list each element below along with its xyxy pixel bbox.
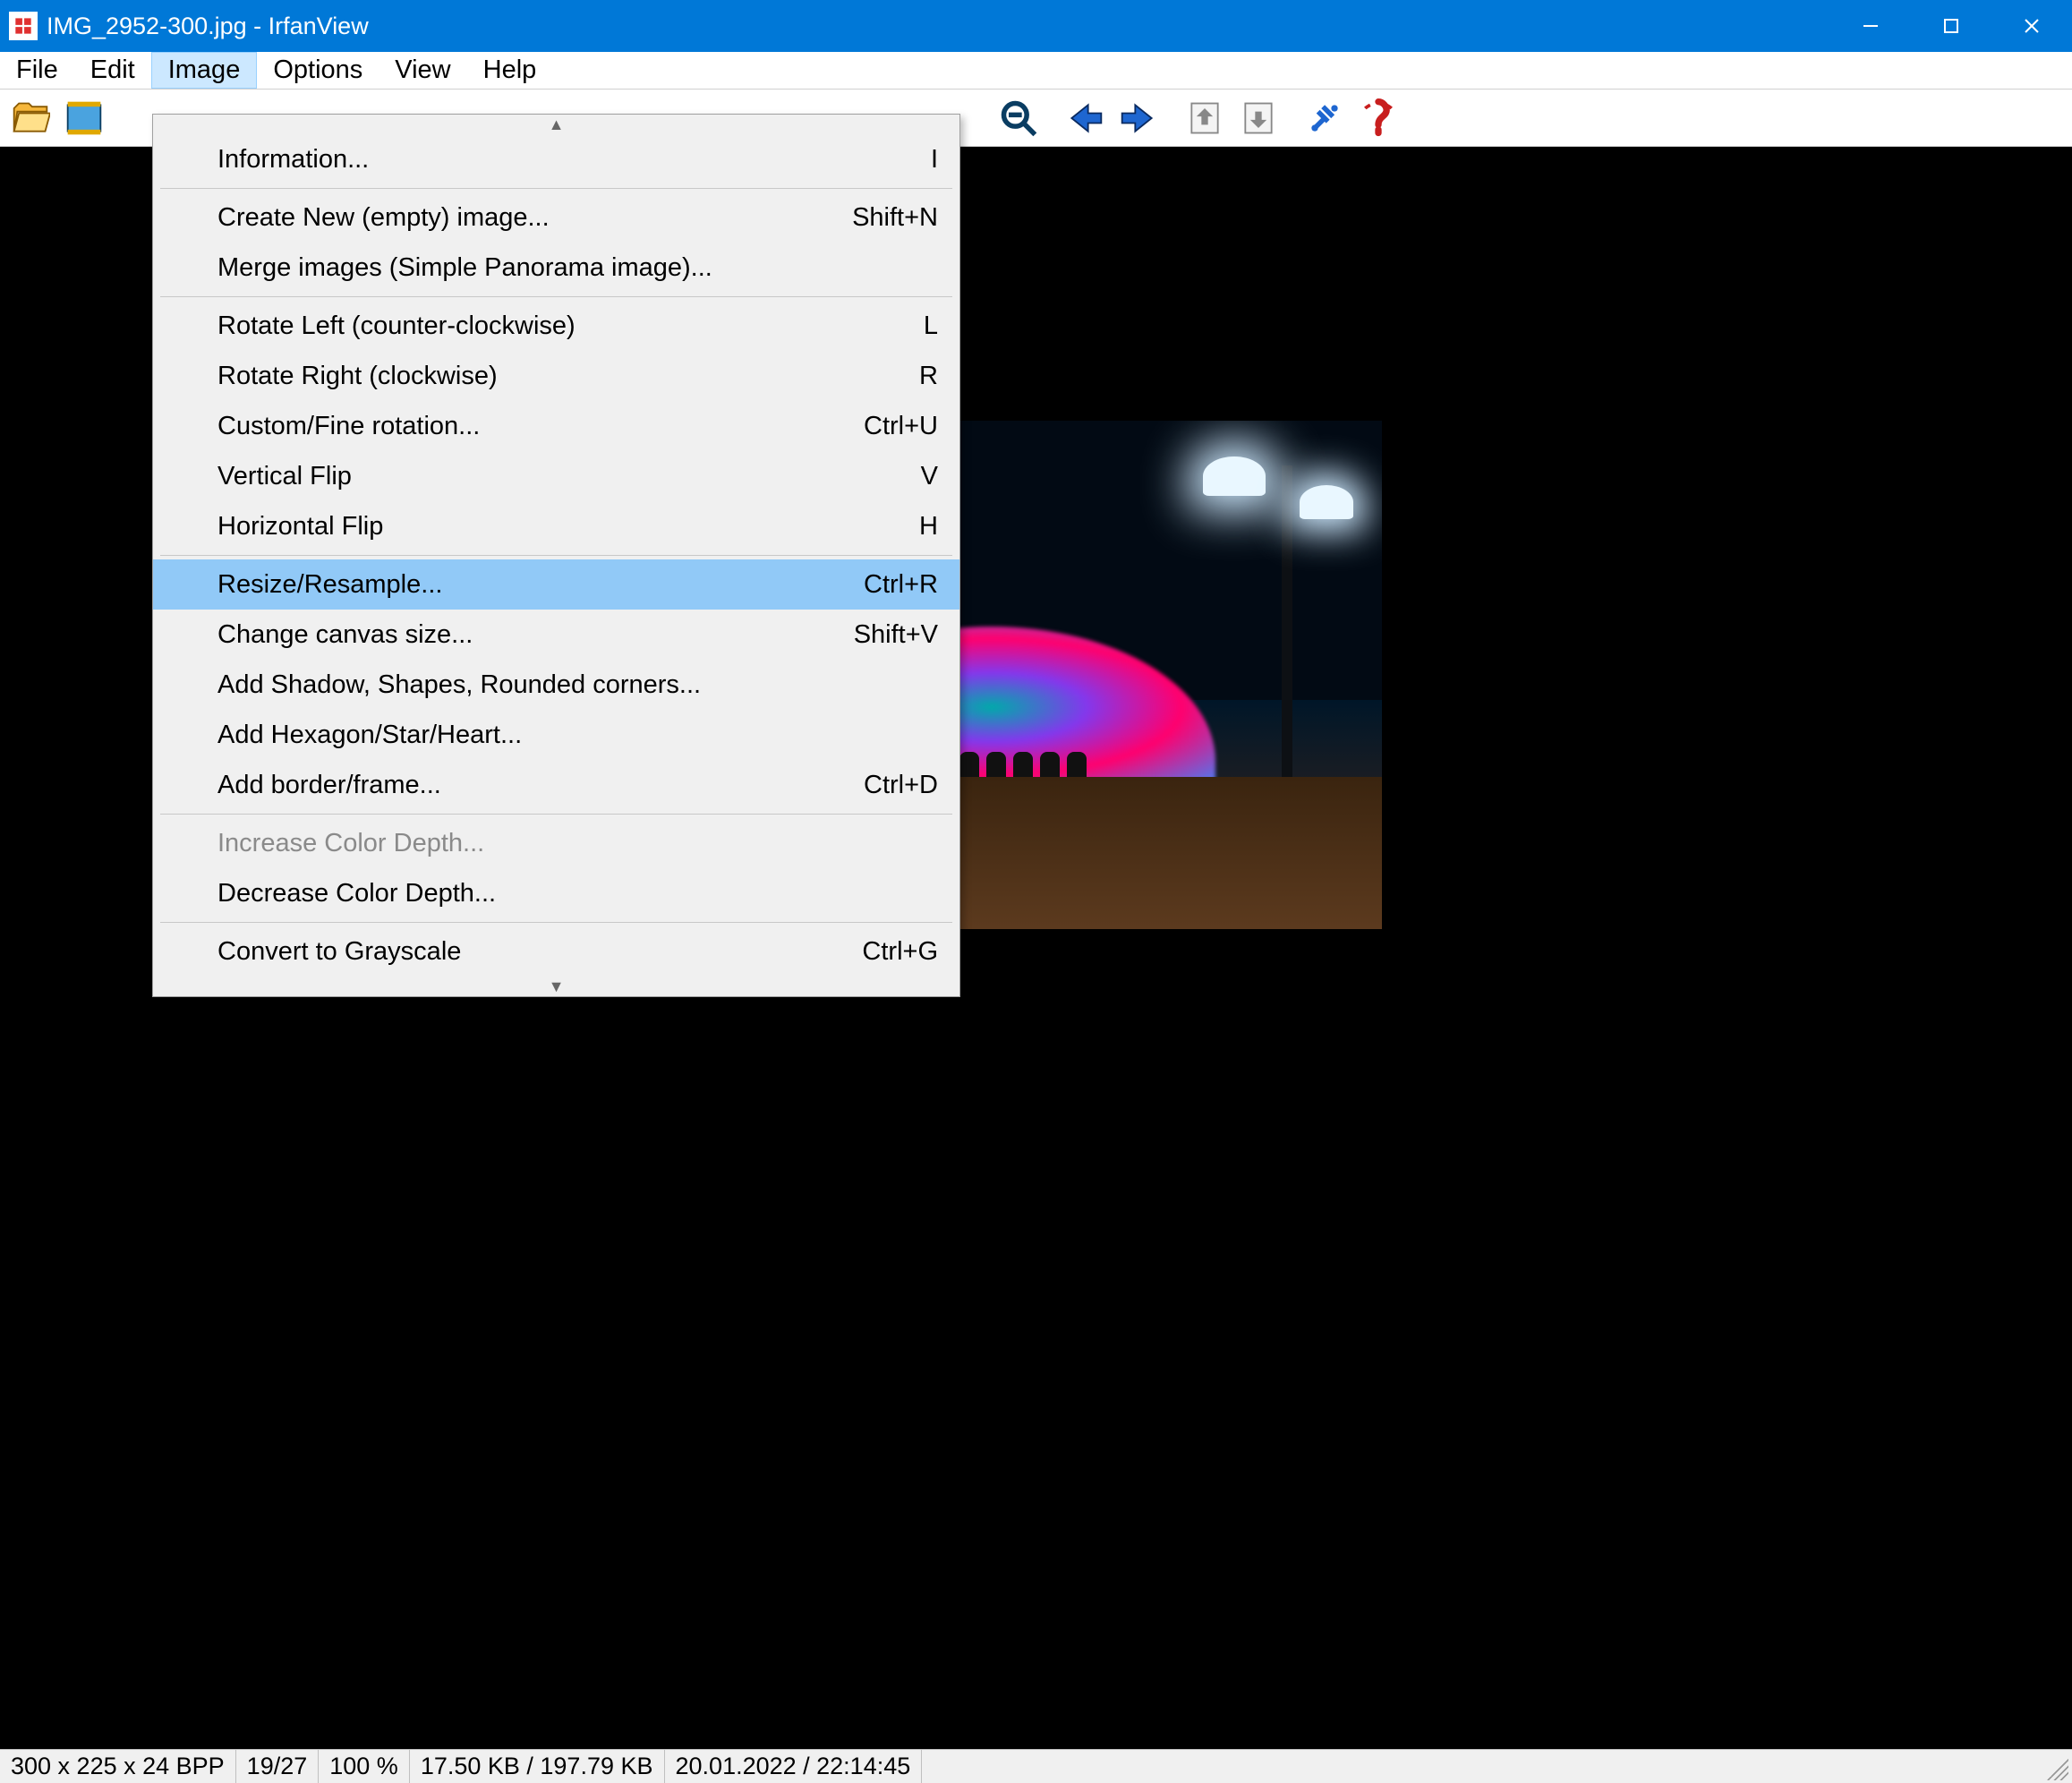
menu-separator — [160, 922, 952, 923]
menu-item-horizontal-flip[interactable]: Horizontal Flip H — [153, 501, 959, 551]
menu-item-grayscale[interactable]: Convert to Grayscale Ctrl+G — [153, 926, 959, 977]
menu-item-add-border[interactable]: Add border/frame... Ctrl+D — [153, 760, 959, 810]
app-icon — [9, 12, 38, 40]
menu-bar: File Edit Image Options View Help — [0, 52, 2072, 90]
menu-label: Vertical Flip — [217, 462, 885, 491]
menu-label: Resize/Resample... — [217, 570, 828, 600]
image-menu-dropdown: ▲ Information... I Create New (empty) im… — [152, 114, 960, 997]
menu-separator — [160, 188, 952, 189]
menu-label: Information... — [217, 145, 895, 175]
menu-label: Add Shadow, Shapes, Rounded corners... — [217, 670, 902, 700]
zoom-out-icon[interactable] — [993, 93, 1044, 143]
menu-shortcut: Ctrl+G — [826, 937, 938, 967]
last-file-icon[interactable] — [1233, 93, 1283, 143]
menu-label: Horizontal Flip — [217, 512, 883, 542]
menu-item-rotate-left[interactable]: Rotate Left (counter-clockwise) L — [153, 301, 959, 351]
maximize-button[interactable] — [1911, 0, 1991, 52]
open-file-icon[interactable] — [5, 93, 55, 143]
about-icon[interactable] — [1353, 93, 1403, 143]
menu-label: Add Hexagon/Star/Heart... — [217, 721, 902, 750]
menu-label: Change canvas size... — [217, 620, 818, 650]
status-dimensions: 300 x 225 x 24 BPP — [0, 1750, 236, 1783]
menu-separator — [160, 814, 952, 815]
minimize-button[interactable] — [1830, 0, 1911, 52]
menu-file[interactable]: File — [0, 52, 74, 89]
status-bar: 300 x 225 x 24 BPP 19/27 100 % 17.50 KB … — [0, 1749, 2072, 1783]
menu-item-rotate-right[interactable]: Rotate Right (clockwise) R — [153, 351, 959, 401]
menu-shortcut: Ctrl+D — [828, 771, 938, 800]
menu-label: Create New (empty) image... — [217, 203, 816, 233]
menu-shortcut: Shift+V — [818, 620, 938, 650]
next-icon[interactable] — [1113, 93, 1164, 143]
menu-view[interactable]: View — [379, 52, 466, 89]
menu-edit[interactable]: Edit — [74, 52, 151, 89]
window-title: IMG_2952-300.jpg - IrfanView — [47, 13, 1830, 40]
menu-label: Add border/frame... — [217, 771, 828, 800]
close-button[interactable] — [1991, 0, 2072, 52]
status-index: 19/27 — [236, 1750, 320, 1783]
menu-label: Rotate Right (clockwise) — [217, 362, 883, 391]
status-size: 17.50 KB / 197.79 KB — [410, 1750, 665, 1783]
menu-shortcut: Shift+N — [816, 203, 938, 233]
first-file-icon[interactable] — [1180, 93, 1230, 143]
resize-grip-icon[interactable] — [2042, 1753, 2068, 1780]
menu-shortcut: Ctrl+U — [828, 412, 938, 441]
slideshow-icon[interactable] — [59, 93, 109, 143]
title-bar: IMG_2952-300.jpg - IrfanView — [0, 0, 2072, 52]
status-zoom: 100 % — [319, 1750, 410, 1783]
prev-icon[interactable] — [1060, 93, 1110, 143]
status-datetime: 20.01.2022 / 22:14:45 — [665, 1750, 923, 1783]
window-controls — [1830, 0, 2072, 52]
menu-item-increase-depth: Increase Color Depth... — [153, 818, 959, 868]
menu-label: Rotate Left (counter-clockwise) — [217, 311, 888, 341]
menu-item-vertical-flip[interactable]: Vertical Flip V — [153, 451, 959, 501]
menu-help[interactable]: Help — [467, 52, 553, 89]
menu-separator — [160, 555, 952, 556]
menu-label: Custom/Fine rotation... — [217, 412, 828, 441]
menu-label: Decrease Color Depth... — [217, 879, 902, 909]
menu-item-resize[interactable]: Resize/Resample... Ctrl+R — [153, 559, 959, 610]
settings-icon[interactable] — [1300, 93, 1350, 143]
menu-shortcut: Ctrl+R — [828, 570, 938, 600]
menu-image[interactable]: Image — [151, 52, 258, 89]
menu-shortcut: R — [883, 362, 938, 391]
menu-item-add-hexagon[interactable]: Add Hexagon/Star/Heart... — [153, 710, 959, 760]
menu-options[interactable]: Options — [257, 52, 379, 89]
menu-item-canvas-size[interactable]: Change canvas size... Shift+V — [153, 610, 959, 660]
menu-shortcut: I — [895, 145, 938, 175]
menu-item-merge[interactable]: Merge images (Simple Panorama image)... — [153, 243, 959, 293]
scroll-up-icon[interactable]: ▲ — [153, 115, 959, 134]
menu-label: Convert to Grayscale — [217, 937, 826, 967]
menu-shortcut: L — [888, 311, 938, 341]
menu-item-create-new[interactable]: Create New (empty) image... Shift+N — [153, 192, 959, 243]
menu-shortcut: H — [883, 512, 938, 542]
menu-label: Increase Color Depth... — [217, 829, 902, 858]
menu-separator — [160, 296, 952, 297]
menu-item-decrease-depth[interactable]: Decrease Color Depth... — [153, 868, 959, 918]
menu-item-add-shadow[interactable]: Add Shadow, Shapes, Rounded corners... — [153, 660, 959, 710]
scroll-down-icon[interactable]: ▼ — [153, 977, 959, 996]
menu-shortcut: V — [885, 462, 938, 491]
menu-item-custom-rotation[interactable]: Custom/Fine rotation... Ctrl+U — [153, 401, 959, 451]
menu-item-information[interactable]: Information... I — [153, 134, 959, 184]
menu-label: Merge images (Simple Panorama image)... — [217, 253, 902, 283]
